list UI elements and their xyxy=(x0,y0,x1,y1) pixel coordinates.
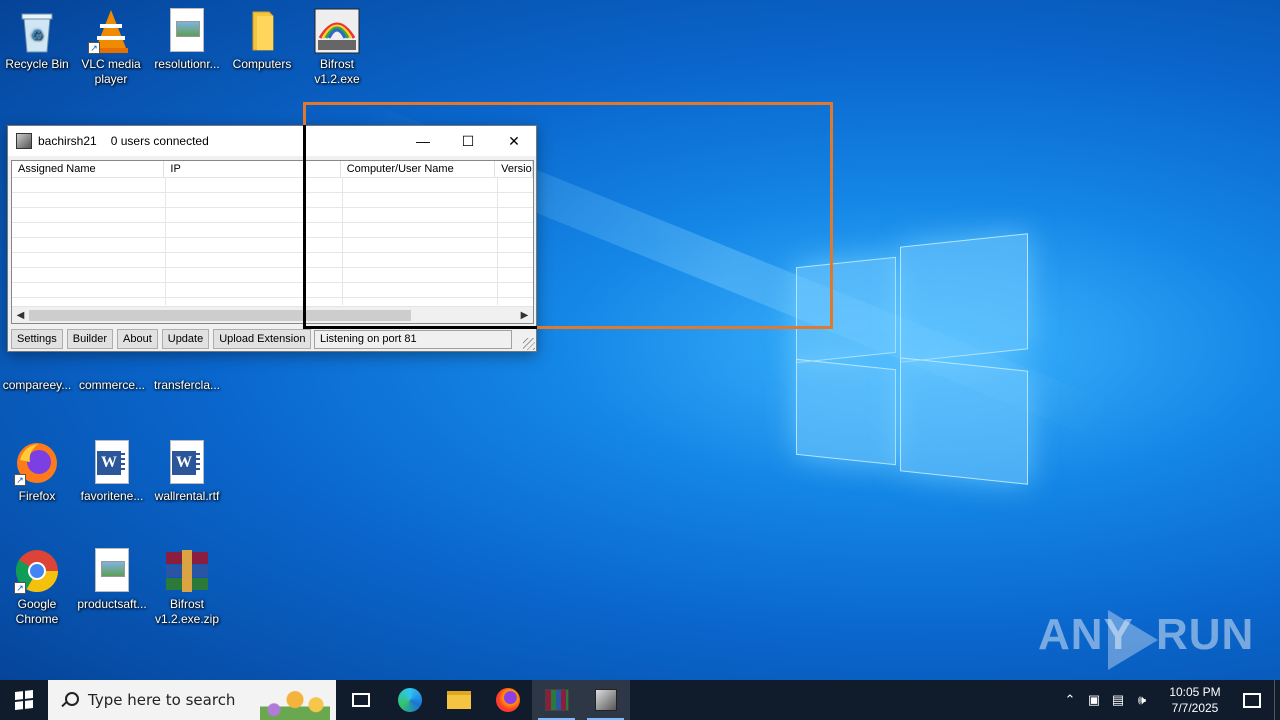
file-explorer-icon xyxy=(446,691,471,709)
windows-start-icon xyxy=(15,690,33,710)
desktop-icon-recycle-bin[interactable]: ♻ Recycle Bin xyxy=(0,8,74,72)
update-button[interactable]: Update xyxy=(161,329,210,349)
taskbar-winrar[interactable] xyxy=(532,680,581,720)
icon-label: productsaft... xyxy=(77,597,147,611)
search-icon xyxy=(60,691,79,709)
firefox-icon xyxy=(495,688,520,712)
icon-label: VLC media player xyxy=(81,57,141,86)
icon-label: Computers xyxy=(232,57,292,71)
desktop-icon-compareey[interactable]: compareey... xyxy=(0,345,74,393)
meet-now-icon[interactable]: ▣ xyxy=(1082,692,1106,708)
icon-label: resolutionr... xyxy=(154,57,220,71)
column-assigned-name[interactable]: Assigned Name xyxy=(12,161,165,177)
image-file-icon xyxy=(89,548,135,594)
icon-label: Bifrost v1.2.exe xyxy=(314,57,360,86)
icon-label: transfercla... xyxy=(153,378,221,392)
notification-center-button[interactable] xyxy=(1230,680,1274,720)
clock-time: 10:05 PM xyxy=(1169,685,1221,699)
shortcut-arrow-icon: ↗ xyxy=(14,474,26,486)
logo-pane xyxy=(796,358,896,466)
chrome-icon: ↗ xyxy=(14,548,60,594)
builder-button[interactable]: Builder xyxy=(66,329,113,349)
shortcut-arrow-icon: ↗ xyxy=(88,42,100,54)
users-connected-status: 0 users connected xyxy=(110,134,209,148)
icon-label: commerce... xyxy=(78,378,145,392)
clock-date: 7/7/2025 xyxy=(1171,701,1219,715)
search-placeholder: Type here to search xyxy=(88,691,236,709)
icon-label: Firefox xyxy=(18,489,56,503)
taskbar: Type here to search ⌃ ▣ ▤ 🕪 10:05 PM 7/7… xyxy=(0,680,1280,720)
winrar-icon xyxy=(544,689,569,711)
notification-icon xyxy=(1243,692,1261,708)
bifrost-exe-icon xyxy=(314,8,360,54)
listening-status: Listening on port 81 xyxy=(314,330,512,349)
desktop-icon-transfercla[interactable]: transfercla... xyxy=(150,345,224,393)
desktop-icon-wallrental[interactable]: W wallrental.rtf xyxy=(150,440,224,504)
highlight-box-black xyxy=(303,125,537,329)
desktop-icon-favoritene[interactable]: W favoritene... xyxy=(75,440,149,504)
taskbar-edge[interactable] xyxy=(385,680,434,720)
logo-pane xyxy=(900,357,1028,485)
image-file-icon xyxy=(164,8,210,54)
winrar-archive-icon xyxy=(164,548,210,594)
scroll-left-arrow-icon[interactable]: ◀ xyxy=(12,307,29,323)
desktop-icon-commerce[interactable]: commerce... xyxy=(75,345,149,393)
desktop-icon-firefox[interactable]: ↗ Firefox xyxy=(0,440,74,504)
clock[interactable]: 10:05 PM 7/7/2025 xyxy=(1160,684,1230,716)
firefox-icon: ↗ xyxy=(14,440,60,486)
svg-text:♻: ♻ xyxy=(31,27,44,43)
play-icon xyxy=(1108,610,1158,670)
watermark-text-right: RUN xyxy=(1156,610,1255,659)
desktop-icon-productsaft[interactable]: productsaft... xyxy=(75,548,149,612)
chevron-up-icon[interactable]: ⌃ xyxy=(1058,692,1082,708)
window-title: bachirsh21 xyxy=(38,134,97,148)
desktop-icon-bifrost-zip[interactable]: Bifrost v1.2.exe.zip xyxy=(150,548,224,627)
bifrost-icon xyxy=(594,689,617,711)
resize-grip-icon[interactable] xyxy=(523,338,535,350)
desktop-icon-chrome[interactable]: ↗ Google Chrome xyxy=(0,548,74,627)
show-desktop-button[interactable] xyxy=(1274,680,1280,720)
edge-icon xyxy=(397,688,422,712)
button-bar: Settings Builder About Update Upload Ext… xyxy=(11,329,312,349)
desktop-icon-vlc[interactable]: ↗ VLC media player xyxy=(74,8,148,87)
settings-button[interactable]: Settings xyxy=(11,329,63,349)
about-button[interactable]: About xyxy=(117,329,158,349)
logo-pane xyxy=(900,233,1028,363)
icon-label: Bifrost v1.2.exe.zip xyxy=(154,597,220,626)
taskbar-file-explorer[interactable] xyxy=(434,680,483,720)
task-view-button[interactable] xyxy=(336,680,385,720)
icon-label: compareey... xyxy=(2,378,72,392)
word-doc-icon: W xyxy=(164,440,210,486)
search-box[interactable]: Type here to search xyxy=(48,680,336,720)
system-tray: ⌃ ▣ ▤ 🕪 10:05 PM 7/7/2025 xyxy=(1058,680,1280,720)
search-highlight-image xyxy=(260,686,330,720)
recycle-bin-icon: ♻ xyxy=(14,8,60,54)
network-icon[interactable]: ▤ xyxy=(1106,692,1130,708)
icon-label: Google Chrome xyxy=(15,597,59,626)
app-icon xyxy=(16,133,32,149)
icon-label: Recycle Bin xyxy=(5,57,69,71)
icon-label: wallrental.rtf xyxy=(154,489,220,503)
anyrun-watermark: ANY RUN xyxy=(1038,610,1253,672)
vlc-icon: ↗ xyxy=(88,8,134,54)
folder-icon xyxy=(239,8,285,54)
task-view-icon xyxy=(351,693,370,707)
start-button[interactable] xyxy=(0,680,48,720)
desktop-icon-computers-folder[interactable]: Computers xyxy=(225,8,299,72)
taskbar-firefox[interactable] xyxy=(483,680,532,720)
shortcut-arrow-icon: ↗ xyxy=(14,582,26,594)
word-doc-icon: W xyxy=(89,440,135,486)
grid-line xyxy=(165,178,166,305)
desktop-icon-resolution[interactable]: resolutionr... xyxy=(150,8,224,72)
icon-label: favoritene... xyxy=(80,489,144,503)
volume-icon[interactable]: 🕪 xyxy=(1130,692,1154,708)
desktop-icon-bifrost-exe[interactable]: Bifrost v1.2.exe xyxy=(300,8,374,87)
taskbar-bifrost[interactable] xyxy=(581,680,630,720)
upload-extension-button[interactable]: Upload Extension xyxy=(213,329,312,349)
